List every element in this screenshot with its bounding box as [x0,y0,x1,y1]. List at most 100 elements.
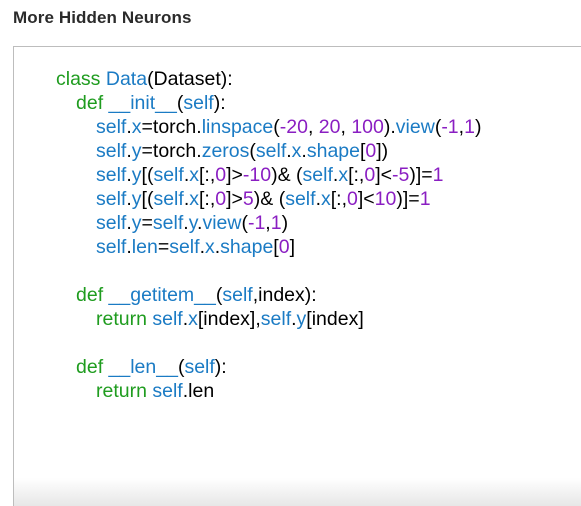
code-token: = [157,236,170,258]
code-token: __init__ [108,92,177,114]
code-token: return [96,308,153,330]
code-token: x [131,116,142,138]
code-token: x [338,164,349,186]
code-token: ,index): [252,284,317,306]
code-token: ]) [376,140,389,162]
code-token: 5 [242,188,254,210]
code-token: x [320,188,331,210]
code-token: x [291,140,302,162]
code-token: )& ( [253,188,286,210]
code-line: return self.len [56,379,481,403]
code-token: 0 [364,164,376,186]
code-token: [:, [348,164,365,186]
code-token: -1 [441,116,459,138]
code-token: ): [213,92,226,114]
code-token: y [131,164,142,186]
code-token: ): [214,356,227,378]
code-token: shape [306,140,360,162]
code-token: =torch. [141,116,202,138]
code-token: [:, [198,164,216,186]
code-token: 1 [464,116,475,138]
code-token: y [296,308,307,330]
code-token: self [285,188,316,210]
code-token: y [131,140,142,162]
code-token: -10 [242,164,272,186]
code-token: shape [220,236,274,258]
code-token: view [202,212,242,234]
code-token: = [141,212,153,234]
code-token: self [152,212,184,234]
code-token: self [255,140,287,162]
code-token: )]= [396,188,420,210]
code-token: (Dataset): [147,68,233,90]
code-token: 0 [278,236,290,258]
code-token: __getitem__ [108,284,216,306]
code-token: zeros [201,140,250,162]
code-token: len [131,236,158,258]
code-token: ]< [375,164,392,186]
code-token: 0 [365,140,377,162]
code-token: 10 [374,188,397,210]
code-token: self [96,188,127,210]
code-token: x [189,188,199,210]
code-token: 0 [215,164,227,186]
code-token: self [96,236,127,258]
code-token: [index], [197,308,261,330]
code-line: class Data(Dataset): [56,67,481,91]
code-line: def __len__(self): [56,355,481,379]
code-token: -1 [247,212,266,234]
code-token: Data [105,68,148,90]
code-token: [:, [198,188,216,210]
code-token: return [96,380,153,402]
code-line: return self.x[index],self.y[index] [56,307,481,331]
code-token: self [169,236,200,258]
code-token: self [96,116,127,138]
code-token: linspace [201,116,274,138]
code-token: ] [289,236,295,258]
code-token: ) [474,116,482,138]
code-token: ) [281,212,289,234]
code-token: y [188,212,198,234]
code-token: self [184,356,215,378]
code-token: )& ( [271,164,303,186]
code-token: x [188,308,198,330]
code-token: [:, [330,188,347,210]
code-token: 0 [347,188,358,210]
code-token: 0 [215,188,227,210]
code-token: [( [141,188,154,210]
code-token: view [395,116,435,138]
code-token: , [340,116,352,138]
code-token: self [302,164,333,186]
page-title: More Hidden Neurons [13,8,192,27]
code-token: 1 [419,188,431,210]
code-token: self [153,188,184,210]
code-token: self [153,164,184,186]
code-token: ). [383,116,396,138]
code-token: class [56,68,106,90]
code-token: ]> [226,188,243,210]
code-token: ]> [226,164,243,186]
code-panel: class Data(Dataset): def __init__(self): s… [13,46,581,506]
code-token: 1 [270,212,282,234]
code-line: def __init__(self): [56,91,481,115]
code-token: y [131,188,142,210]
code-token: .len [182,380,215,402]
code-token: -5 [392,164,410,186]
code-token: self [96,212,127,234]
code-token: self [183,92,214,114]
code-token: __len__ [108,356,178,378]
code-token: def [76,92,109,114]
code-token: self [152,380,183,402]
code-token: [index] [306,308,364,330]
code-token: self [96,164,127,186]
code-token: y [131,212,142,234]
code-line: self.len=self.x.shape[0] [56,235,481,259]
code-token: [( [141,164,154,186]
code-token: =torch. [141,140,202,162]
code-token: )]= [409,164,433,186]
code-token: def [76,284,109,306]
code-line: self.y=self.y.view(-1,1) [56,211,481,235]
code-token: self [222,284,253,306]
